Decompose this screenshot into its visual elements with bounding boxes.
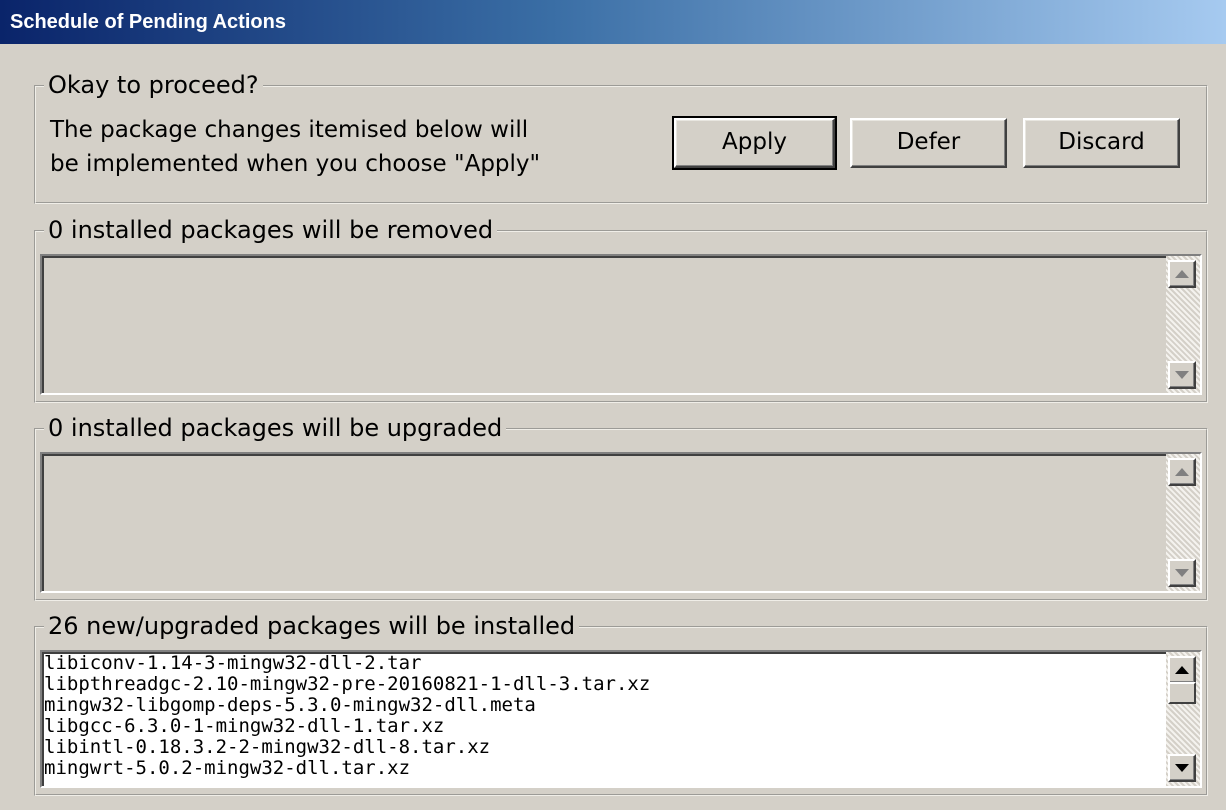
- scroll-down-arrow-icon: [1175, 569, 1189, 577]
- scroll-up-button[interactable]: [1168, 656, 1196, 684]
- upgrade-group: 0 installed packages will be upgraded: [34, 414, 1208, 601]
- scroll-down-arrow-icon: [1175, 371, 1189, 379]
- list-item[interactable]: libpthreadgc-2.10-mingw32-pre-20160821-1…: [44, 674, 1160, 695]
- list-item[interactable]: mingwrt-5.0.2-mingw32-dll.tar.xz: [44, 758, 1160, 779]
- window-title: Schedule of Pending Actions: [10, 11, 286, 33]
- scroll-up-arrow-icon: [1175, 270, 1189, 278]
- list-item[interactable]: libintl-0.18.3.2-2-mingw32-dll-8.tar.xz: [44, 737, 1160, 758]
- scroll-down-button[interactable]: [1168, 361, 1196, 389]
- remove-scrollbar[interactable]: [1166, 256, 1200, 393]
- install-listbox[interactable]: libiconv-1.14-3-mingw32-dll-2.tar libpth…: [40, 650, 1202, 788]
- window-title-bar: Schedule of Pending Actions: [0, 0, 1226, 44]
- install-package-list: libiconv-1.14-3-mingw32-dll-2.tar libpth…: [44, 653, 1160, 779]
- install-group: 26 new/upgraded packages will be install…: [34, 612, 1208, 796]
- discard-button[interactable]: Discard: [1023, 118, 1180, 168]
- scroll-up-arrow-icon: [1175, 468, 1189, 476]
- upgrade-scrollbar[interactable]: [1166, 454, 1200, 591]
- apply-button[interactable]: Apply: [672, 116, 837, 170]
- install-group-legend: 26 new/upgraded packages will be install…: [44, 612, 580, 640]
- list-item[interactable]: libgcc-6.3.0-1-mingw32-dll-1.tar.xz: [44, 716, 1160, 737]
- proceed-group: Okay to proceed? The package changes ite…: [34, 71, 1208, 204]
- remove-listbox[interactable]: [40, 254, 1202, 395]
- scroll-down-button[interactable]: [1168, 559, 1196, 587]
- list-item[interactable]: libiconv-1.14-3-mingw32-dll-2.tar: [44, 653, 1160, 674]
- scroll-up-arrow-icon: [1175, 666, 1189, 674]
- remove-group: 0 installed packages will be removed: [34, 216, 1208, 403]
- scrollbar-thumb[interactable]: [1168, 682, 1196, 704]
- proceed-description-line-1: The package changes itemised below will: [50, 117, 529, 143]
- proceed-description-line-2: be implemented when you choose "Apply": [50, 151, 541, 177]
- scroll-down-button[interactable]: [1168, 754, 1196, 782]
- list-item[interactable]: mingw32-libgomp-deps-5.3.0-mingw32-dll.m…: [44, 695, 1160, 716]
- proceed-description: The package changes itemised below will …: [50, 113, 540, 181]
- proceed-group-legend: Okay to proceed?: [44, 71, 263, 99]
- defer-button[interactable]: Defer: [850, 118, 1007, 168]
- remove-group-legend: 0 installed packages will be removed: [44, 216, 498, 244]
- install-scrollbar[interactable]: [1166, 652, 1200, 786]
- scroll-up-button[interactable]: [1168, 260, 1196, 288]
- scroll-down-arrow-icon: [1175, 764, 1189, 772]
- upgrade-listbox[interactable]: [40, 452, 1202, 593]
- scroll-up-button[interactable]: [1168, 458, 1196, 486]
- upgrade-group-legend: 0 installed packages will be upgraded: [44, 414, 507, 442]
